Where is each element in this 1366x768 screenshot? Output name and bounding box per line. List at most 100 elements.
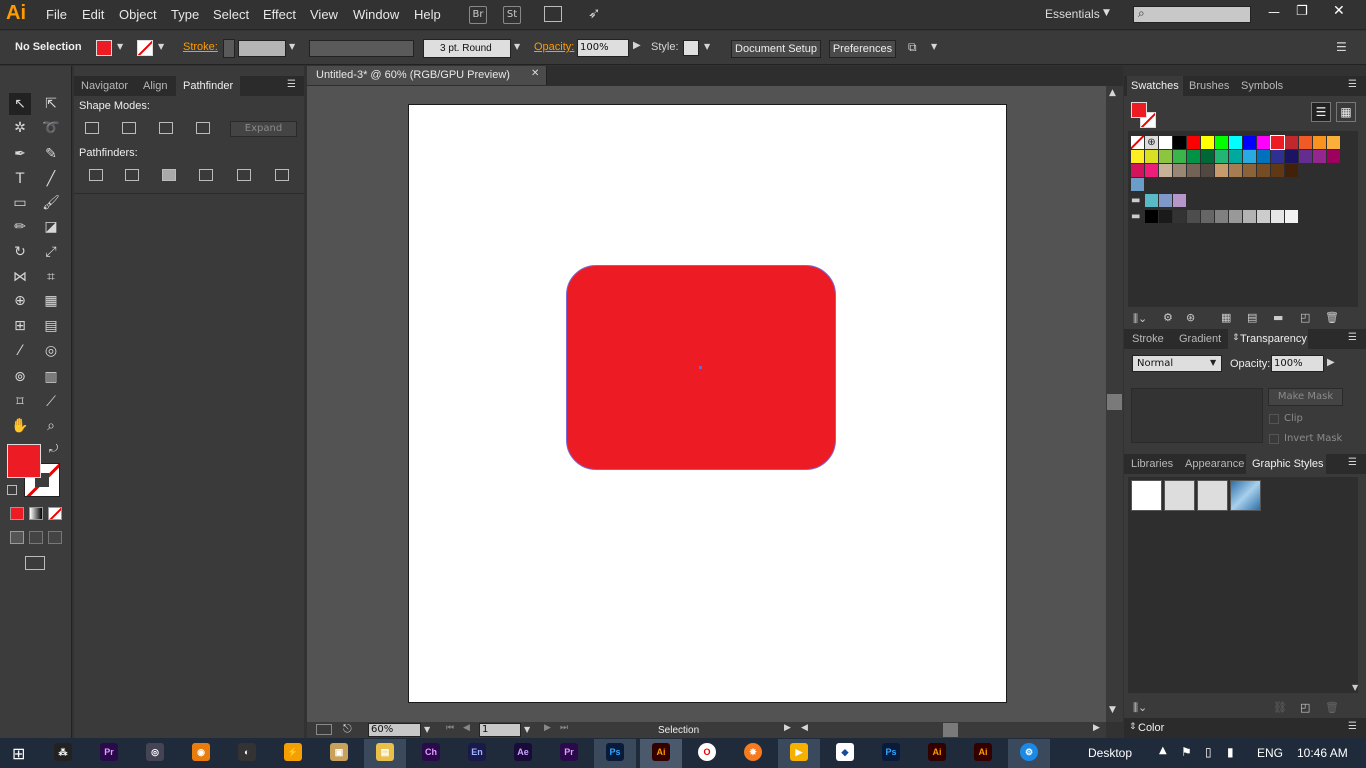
perspective-grid-tool-icon[interactable]: ▦ [40, 290, 62, 312]
swatch-r2-10[interactable] [1257, 150, 1270, 163]
swatch-1[interactable] [1159, 136, 1172, 149]
delete-swatch-icon[interactable]: 🗑 [1325, 311, 1339, 324]
swatch-5[interactable] [1215, 136, 1228, 149]
break-link-icon[interactable]: ⛓ [1273, 701, 1287, 714]
tab-symbols[interactable]: Symbols [1241, 80, 1283, 92]
merge-icon[interactable] [162, 169, 176, 181]
list-view-icon[interactable]: ☰ [1311, 102, 1331, 122]
swatch-r3-2[interactable] [1145, 164, 1158, 177]
fill-dropdown-icon[interactable]: ▼ [117, 42, 123, 51]
selection-tool-icon[interactable]: ↖ [9, 93, 31, 115]
swatch-r3-5[interactable] [1187, 164, 1200, 177]
type-tool-icon[interactable]: T [9, 168, 31, 190]
swatch-gray-10[interactable] [1271, 210, 1284, 223]
scroll-left-icon[interactable]: ◀ [801, 723, 808, 733]
swatch-gray-11[interactable] [1285, 210, 1298, 223]
tab-brushes[interactable]: Brushes [1189, 80, 1229, 92]
transparency-menu-icon[interactable]: ☰ [1348, 332, 1357, 343]
swatch-r2-11[interactable] [1271, 150, 1284, 163]
swatch-gray-8[interactable] [1243, 210, 1256, 223]
app-icon-3[interactable]: ◎ [146, 743, 164, 761]
swatches-menu-icon[interactable]: ☰ [1348, 79, 1357, 90]
graphic-style-pattern[interactable] [1230, 480, 1261, 511]
swatch-r3-10[interactable] [1257, 164, 1270, 177]
divide-icon[interactable] [89, 169, 103, 181]
swatch-list-icon[interactable]: ▤ [1247, 311, 1257, 324]
swap-fill-stroke-icon[interactable]: ⤾ [49, 442, 58, 456]
zoom-tool-icon[interactable]: ⌕ [40, 415, 62, 437]
help-search-input[interactable] [1133, 6, 1251, 23]
swatch-r2-8[interactable] [1229, 150, 1242, 163]
previous-artboard-icon[interactable]: ◀ [463, 723, 470, 733]
swatch-13[interactable] [1327, 136, 1340, 149]
scroll-down-icon[interactable]: ▼ [1109, 705, 1116, 715]
battery-icon[interactable]: ▯ [1205, 745, 1212, 759]
make-mask-button[interactable]: Make Mask [1268, 388, 1343, 406]
app-icon-16[interactable]: ◆ [836, 743, 854, 761]
minimize-button[interactable]: — [1268, 5, 1280, 19]
tab-appearance[interactable]: Appearance [1185, 458, 1244, 470]
tab-transparency[interactable]: Transparency [1240, 333, 1307, 345]
color-menu-icon[interactable]: ☰ [1348, 721, 1357, 732]
graphic-style-basic[interactable] [1164, 480, 1195, 511]
unite-icon[interactable] [85, 122, 99, 134]
graphic-styles-scroll-down-icon[interactable]: ▼ [1352, 683, 1358, 692]
tab-gradient[interactable]: Gradient [1179, 333, 1221, 345]
tab-graphic-styles[interactable]: Graphic Styles [1252, 458, 1324, 470]
graphic-styles-menu-icon[interactable]: ☰ [1348, 457, 1357, 468]
eraser-tool-icon[interactable]: ◪ [40, 216, 62, 238]
graphic-style-shadow[interactable] [1197, 480, 1228, 511]
menu-type[interactable]: Type [171, 7, 199, 22]
first-artboard-icon[interactable]: ⏮ [446, 723, 454, 733]
swatch-4[interactable] [1201, 136, 1214, 149]
settings-app-icon[interactable]: ⚙ [1020, 743, 1038, 761]
share-icon[interactable]: ⎋ [343, 722, 352, 736]
document-setup-button[interactable]: Document Setup [731, 40, 821, 58]
exclude-icon[interactable] [196, 122, 210, 134]
grid-view-icon[interactable]: ▦ [1336, 102, 1356, 122]
stroke-label[interactable]: Stroke: [183, 41, 218, 53]
lasso-tool-icon[interactable]: ➰ [40, 117, 62, 139]
draw-behind-icon[interactable] [29, 531, 43, 544]
transparency-opacity-input[interactable]: 100% [1271, 355, 1324, 372]
outline-icon[interactable] [237, 169, 251, 181]
mesh-tool-icon[interactable]: ⊞ [9, 315, 31, 337]
swatch-kinds-icon[interactable]: ⚙ [1163, 311, 1173, 324]
arrange-icon[interactable]: ⧉ [908, 40, 917, 55]
swatch-gray-4[interactable] [1187, 210, 1200, 223]
stock-button[interactable]: St [503, 6, 521, 24]
media-player-icon[interactable]: ▶ [790, 743, 808, 761]
network-icon[interactable]: ▮ [1227, 745, 1234, 759]
menu-effect[interactable]: Effect [263, 7, 296, 22]
artboard-number-input[interactable]: 1 [479, 723, 521, 737]
premiere-app-icon-2[interactable]: Pr [560, 743, 578, 761]
line-tool-icon[interactable]: ╱ [40, 168, 62, 190]
opacity-input[interactable]: 100% [577, 39, 629, 57]
curvature-tool-icon[interactable]: ✎ [40, 143, 62, 165]
graphic-style-swatch[interactable] [683, 40, 699, 56]
language-indicator[interactable]: ENG [1257, 746, 1283, 760]
swatch-gray-3[interactable] [1173, 210, 1186, 223]
blend-mode-chevron-icon[interactable]: ▼ [1210, 358, 1216, 367]
magic-wand-tool-icon[interactable]: ✲ [9, 117, 31, 139]
transparency-opacity-arrow-icon[interactable]: ▶ [1327, 357, 1335, 368]
tab-swatches[interactable]: Swatches [1131, 80, 1179, 92]
photoshop-app-icon[interactable]: Ps [606, 743, 624, 761]
app-icon-6[interactable]: ⚡ [284, 743, 302, 761]
tab-align[interactable]: Align [143, 80, 167, 92]
swatch-r3-12[interactable] [1285, 164, 1298, 177]
artboard-tool-icon[interactable]: ⌑ [9, 391, 31, 413]
swatch-grays-folder-icon[interactable]: ▬ [1131, 211, 1140, 222]
swatch-12[interactable] [1313, 136, 1326, 149]
minus-back-icon[interactable] [275, 169, 289, 181]
artboard-chevron-icon[interactable]: ▼ [524, 725, 530, 734]
color-mode-icon[interactable] [10, 507, 24, 520]
swatch-r2-14[interactable] [1313, 150, 1326, 163]
menu-help[interactable]: Help [414, 7, 441, 22]
stroke-weight-stepper[interactable] [223, 39, 235, 58]
pen-tool-icon[interactable]: ✒ [9, 143, 31, 165]
opacity-arrow-icon[interactable]: ▶ [633, 40, 641, 51]
swatch-r2-4[interactable] [1173, 150, 1186, 163]
encore-app-icon[interactable]: En [468, 743, 486, 761]
control-bar-menu-icon[interactable]: ☰ [1336, 40, 1347, 54]
